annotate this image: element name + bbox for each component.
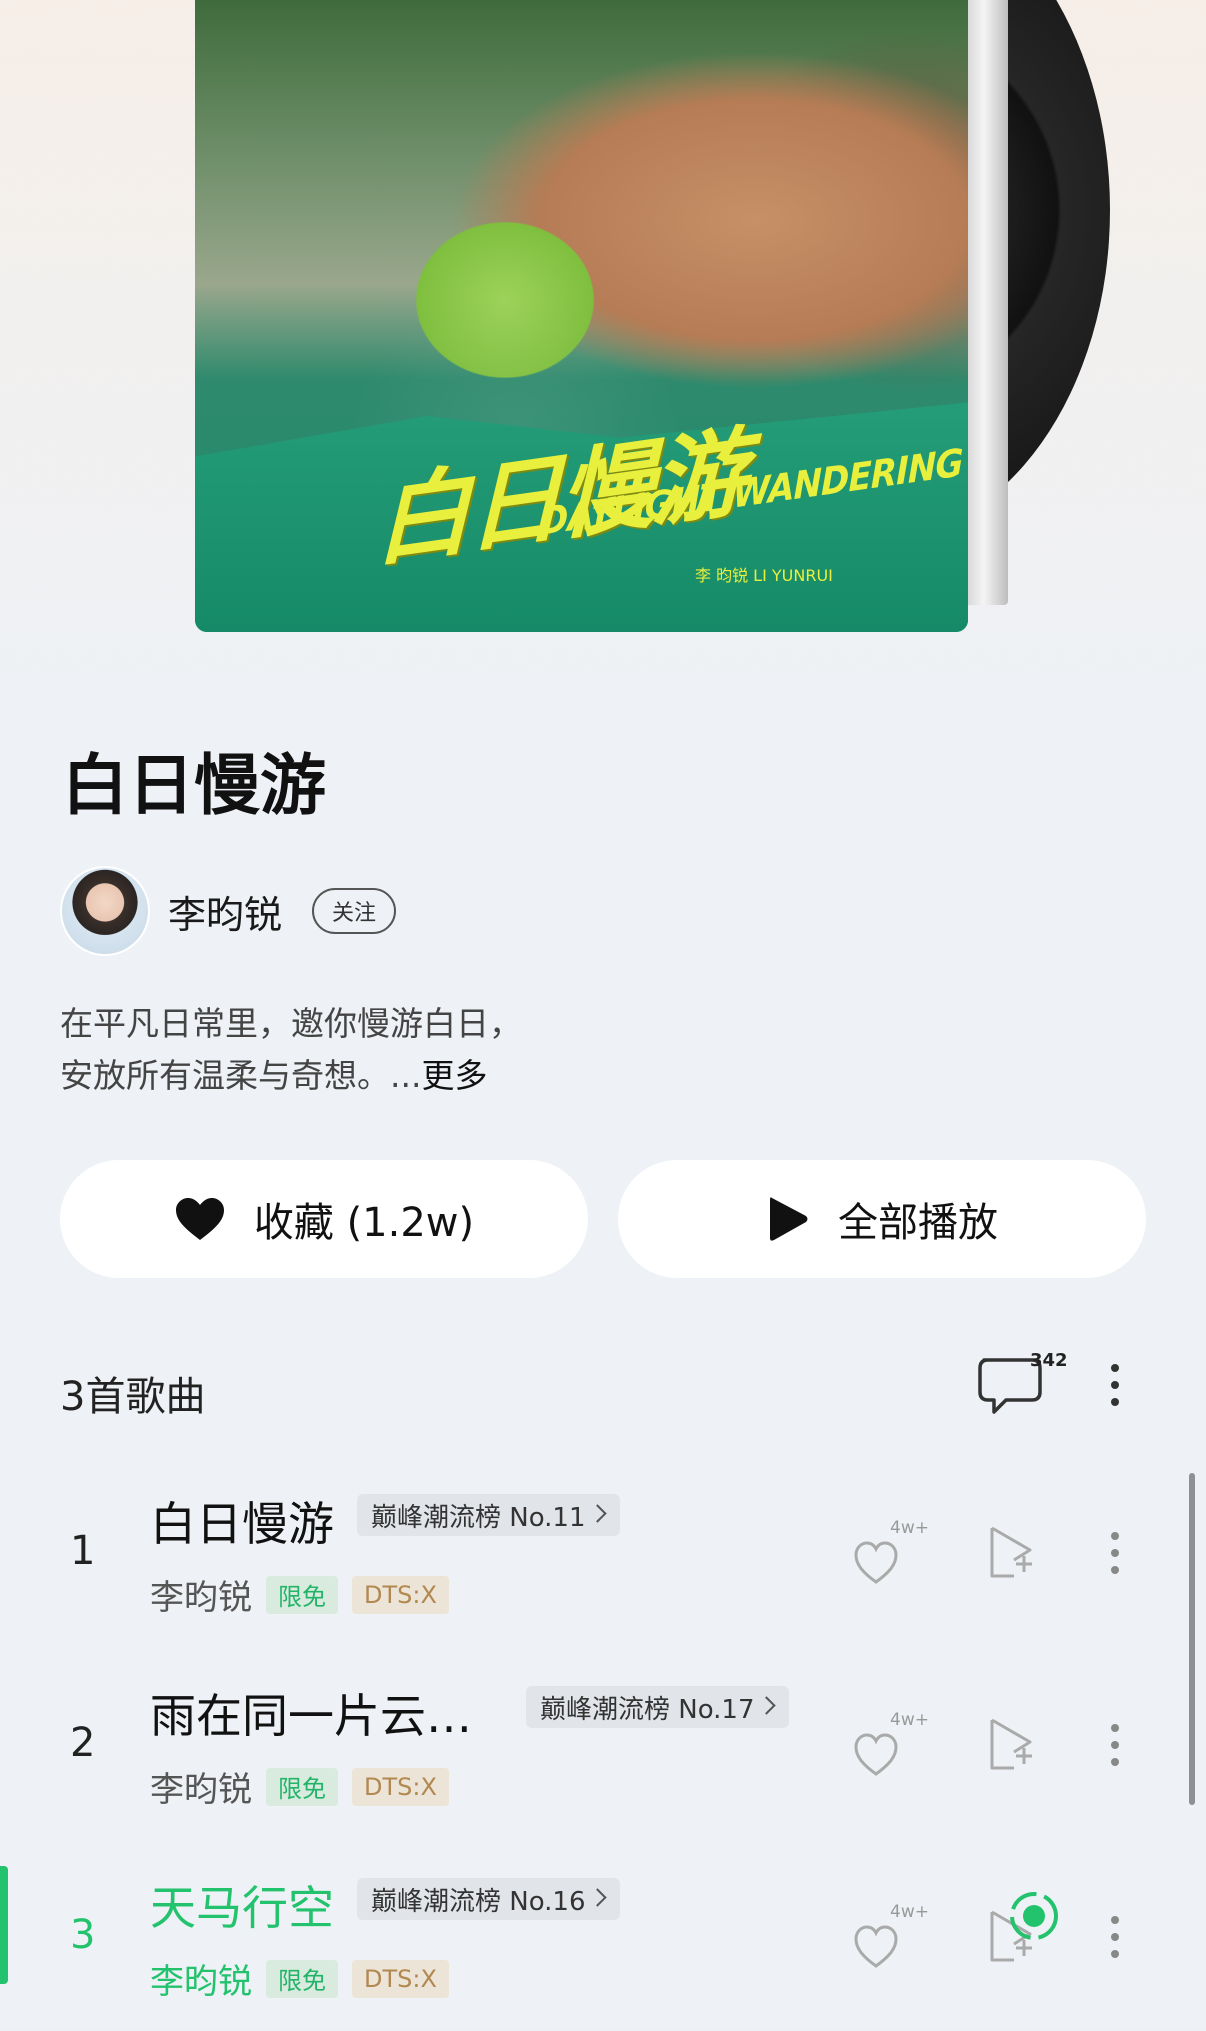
artist-name[interactable]: 李昀锐 <box>168 884 282 939</box>
free-tag: 限免 <box>266 1575 338 1614</box>
album-cover[interactable]: 白日慢游 DAYLIGHT WANDERING 李 昀锐 LI YUNRUI <box>195 0 968 632</box>
track-number: 2 <box>70 1720 96 1766</box>
now-playing-icon[interactable] <box>1008 1890 1060 1942</box>
track-meta: 李昀锐 限免 DTS:X <box>150 1762 463 1811</box>
track-meta: 李昀锐 限免 DTS:X <box>150 1570 463 1619</box>
scrollbar[interactable] <box>1189 1473 1195 1805</box>
track-more-icon[interactable] <box>1111 1916 1121 1958</box>
play-icon <box>770 1197 808 1241</box>
add-to-playlist-icon[interactable] <box>986 1716 1036 1772</box>
track-number: 1 <box>70 1528 96 1574</box>
artist-row: 李昀锐 关注 <box>60 866 397 956</box>
track-more-icon[interactable] <box>1111 1724 1121 1766</box>
chart-rank-badge[interactable]: 巅峰潮流榜 No.17 <box>526 1686 789 1728</box>
like-count: 4w+ <box>890 1518 929 1538</box>
track-number: 3 <box>70 1912 96 1958</box>
play-all-button[interactable]: 全部播放 <box>618 1160 1146 1278</box>
track-title: 天马行空 <box>150 1881 334 1935</box>
like-heart-icon[interactable] <box>852 1722 922 1782</box>
track-title: 雨在同一片云… <box>150 1689 472 1743</box>
like-heart-icon[interactable] <box>852 1914 922 1974</box>
description-line-1: 在平凡日常里，邀你慢游白日， <box>60 1004 522 1043</box>
description-line-2: 安放所有温柔与奇想。...更多 <box>60 1056 488 1095</box>
list-more-icon[interactable] <box>1111 1364 1121 1406</box>
track-row-2[interactable]: 2 雨在同一片云… 巅峰潮流榜 No.17 李昀锐 限免 DTS:X 4w+ <box>0 1658 1206 1848</box>
dts-tag: DTS:X <box>352 1575 449 1614</box>
dts-tag: DTS:X <box>352 1959 449 1998</box>
album-title: 白日慢游 <box>62 747 326 824</box>
comment-count: 342 <box>1030 1350 1068 1371</box>
add-to-playlist-icon[interactable] <box>986 1524 1036 1580</box>
cover-artist: 李 昀锐 LI YUNRUI <box>695 566 833 585</box>
track-title: 白日慢游 <box>150 1497 334 1551</box>
like-count: 4w+ <box>890 1902 929 1922</box>
like-count: 4w+ <box>890 1710 929 1730</box>
track-singer: 李昀锐 <box>150 1770 252 1810</box>
like-heart-icon[interactable] <box>852 1530 922 1590</box>
track-row-1[interactable]: 1 白日慢游 巅峰潮流榜 No.11 李昀锐 限免 DTS:X 4w+ <box>0 1466 1206 1656</box>
free-tag: 限免 <box>266 1959 338 1998</box>
track-count: 3首歌曲 <box>60 1374 206 1420</box>
artist-avatar[interactable] <box>60 866 150 956</box>
album-sleeve <box>968 0 1008 605</box>
track-more-icon[interactable] <box>1111 1532 1121 1574</box>
track-meta: 李昀锐 限免 DTS:X <box>150 1954 463 2003</box>
more-link[interactable]: 更多 <box>421 1056 487 1095</box>
album-description: 在平凡日常里，邀你慢游白日， 安放所有温柔与奇想。...更多 <box>60 998 522 1102</box>
favorite-label: 收藏 (1.2w) <box>253 1200 475 1246</box>
favorite-button[interactable]: 收藏 (1.2w) <box>60 1160 588 1278</box>
dts-tag: DTS:X <box>352 1767 449 1806</box>
chart-rank-badge[interactable]: 巅峰潮流榜 No.16 <box>357 1878 620 1920</box>
follow-button[interactable]: 关注 <box>312 888 397 934</box>
chart-rank-badge[interactable]: 巅峰潮流榜 No.11 <box>357 1494 620 1536</box>
heart-icon <box>175 1198 224 1240</box>
play-all-label: 全部播放 <box>838 1200 998 1246</box>
track-singer: 李昀锐 <box>150 1578 252 1618</box>
track-singer: 李昀锐 <box>150 1962 252 2002</box>
free-tag: 限免 <box>266 1767 338 1806</box>
